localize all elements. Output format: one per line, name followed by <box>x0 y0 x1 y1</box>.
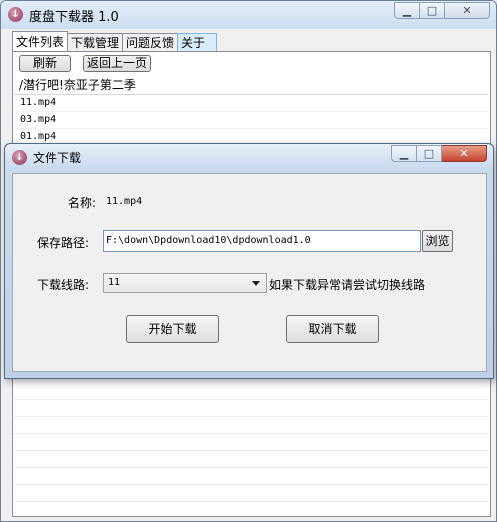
grid-line <box>14 416 488 417</box>
minimize-icon: ▁ <box>402 4 412 17</box>
cancel-download-button[interactable]: 取消下载 <box>286 315 379 343</box>
chevron-down-icon <box>252 281 260 286</box>
download-line-select[interactable]: 11 <box>103 273 267 293</box>
list-item[interactable]: 03.mp4 <box>14 112 488 129</box>
close-button[interactable]: ✕ <box>445 2 490 19</box>
grid-line <box>14 433 488 434</box>
grid-line <box>14 450 488 451</box>
dialog-body: 名称: 11.mp4 保存路径: F:\down\Dpdownload10\dp… <box>12 173 487 372</box>
main-titlebar[interactable]: ↓ 度盘下载器 1.0 ▁ □ ✕ <box>1 1 496 29</box>
dialog-maximize-button[interactable]: □ <box>417 145 442 162</box>
name-label: 名称: <box>68 196 97 210</box>
grid-line <box>14 399 488 400</box>
download-line-hint: 如果下载异常请尝试切换线路 <box>269 278 426 292</box>
dialog-titlebar[interactable]: ↓ 文件下载 ▁ □ ✕ <box>5 144 493 170</box>
save-path-input[interactable]: F:\down\Dpdownload10\dpdownload1.0 <box>103 230 421 252</box>
grid-line <box>14 467 488 468</box>
window-title: 度盘下载器 1.0 <box>29 10 119 25</box>
current-path: /潜行吧!奈亚子第二季 <box>19 78 136 92</box>
start-download-button[interactable]: 开始下载 <box>126 315 219 343</box>
grid-line <box>14 484 488 485</box>
save-path-label: 保存路径: <box>37 236 90 250</box>
name-value: 11.mp4 <box>106 196 143 207</box>
list-item[interactable]: 11.mp4 <box>14 95 488 112</box>
close-icon: ✕ <box>462 4 472 17</box>
download-line-label: 下载线路: <box>37 278 90 292</box>
close-icon: ✕ <box>459 147 469 160</box>
tab-about[interactable]: 关于 <box>177 33 218 51</box>
window-controls: ▁ □ ✕ <box>394 2 490 19</box>
tab-file-list[interactable]: 文件列表 <box>12 31 69 51</box>
download-dialog: ↓ 文件下载 ▁ □ ✕ 名称: 11.mp4 保存路径: F:\down\Dp… <box>4 143 494 379</box>
maximize-button[interactable]: □ <box>420 2 445 19</box>
download-arrow-icon: ↓ <box>12 150 27 165</box>
dialog-window-controls: ▁ □ ✕ <box>391 145 487 162</box>
grid-line <box>14 501 488 502</box>
dialog-title: 文件下载 <box>33 151 82 165</box>
tab-bar: 文件列表 下载管理 问题反馈 关于 <box>12 31 218 52</box>
download-line-value: 11 <box>108 277 121 288</box>
dialog-close-button[interactable]: ✕ <box>442 145 487 162</box>
minimize-button[interactable]: ▁ <box>394 2 420 19</box>
maximize-icon: □ <box>423 147 435 160</box>
maximize-icon: □ <box>426 4 438 17</box>
tab-download-manager[interactable]: 下载管理 <box>67 33 124 51</box>
download-arrow-icon: ↓ <box>8 7 23 22</box>
browse-button[interactable]: 浏览 <box>422 230 453 252</box>
minimize-icon: ▁ <box>399 147 409 160</box>
dialog-minimize-button[interactable]: ▁ <box>391 145 417 162</box>
tab-feedback[interactable]: 问题反馈 <box>122 33 179 51</box>
refresh-button[interactable]: 刷新 <box>19 55 71 72</box>
back-button[interactable]: 返回上一页 <box>83 55 151 72</box>
